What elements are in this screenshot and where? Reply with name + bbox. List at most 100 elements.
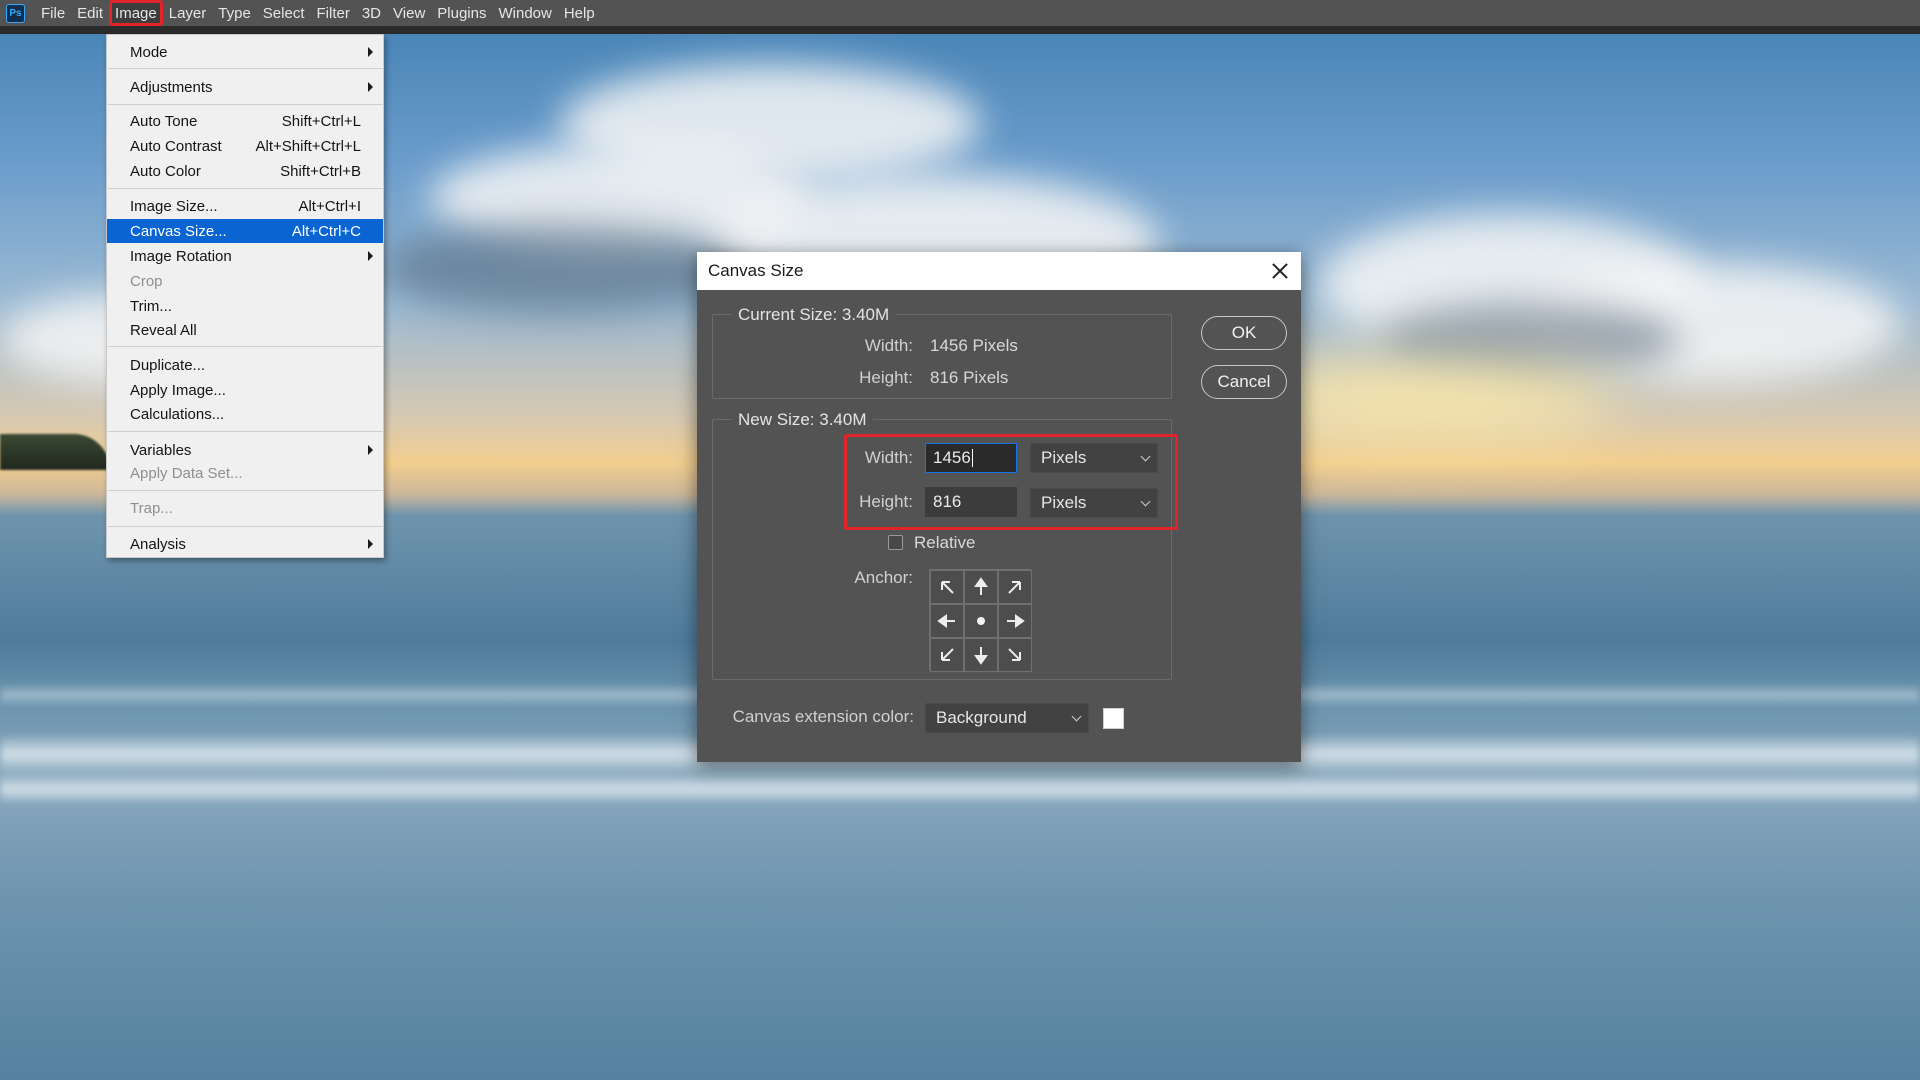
dialog-title: Canvas Size — [708, 261, 804, 280]
menu-item-mode[interactable]: Mode — [107, 40, 383, 64]
menu-file[interactable]: File — [35, 0, 71, 26]
ok-button[interactable]: OK — [1201, 316, 1287, 350]
arrow-down-right-icon — [1008, 648, 1021, 661]
color-swatch[interactable] — [1103, 708, 1124, 729]
menu-item-canvas-size[interactable]: Canvas Size... Alt+Ctrl+C — [107, 219, 383, 243]
menu-item-shortcut: Shift+Ctrl+L — [281, 112, 361, 130]
chevron-down-icon — [1140, 451, 1151, 462]
menu-separator — [108, 346, 384, 347]
menu-item-apply-image[interactable]: Apply Image... — [107, 378, 383, 402]
height-input[interactable]: 816 — [925, 487, 1017, 517]
arrow-up-icon — [974, 577, 988, 595]
menu-item-label: Mode — [130, 43, 168, 61]
menu-item-shortcut: Alt+Ctrl+C — [291, 222, 361, 240]
menu-item-shortcut: Shift+Ctrl+B — [280, 162, 361, 180]
height-unit-select[interactable]: Pixels — [1030, 488, 1158, 518]
cancel-button[interactable]: Cancel — [1201, 365, 1287, 399]
menu-item-auto-color[interactable]: Auto Color Shift+Ctrl+B — [107, 159, 383, 183]
menu-item-label: Auto Contrast — [130, 137, 222, 155]
menu-item-reveal-all[interactable]: Reveal All — [107, 318, 383, 342]
menu-item-auto-tone[interactable]: Auto Tone Shift+Ctrl+L — [107, 109, 383, 133]
menu-item-label: Adjustments — [130, 78, 213, 96]
anchor-top[interactable] — [964, 570, 998, 604]
menu-view[interactable]: View — [387, 0, 431, 26]
menu-item-shortcut: Alt+Ctrl+I — [298, 197, 361, 215]
menu-item-label: Auto Color — [130, 162, 201, 180]
arrow-up-right-icon — [1008, 581, 1021, 594]
menu-item-calculations[interactable]: Calculations... — [107, 402, 383, 426]
chevron-down-icon — [1071, 711, 1082, 722]
arrow-left-icon — [937, 614, 955, 628]
anchor-bottom-right[interactable] — [998, 638, 1032, 672]
dialog-title-bar: Canvas Size — [697, 252, 1301, 290]
current-size-legend: Current Size: 3.40M — [732, 305, 896, 325]
menu-item-label: Image Rotation — [130, 247, 232, 265]
menu-item-crop[interactable]: Crop — [107, 269, 383, 293]
menu-edit[interactable]: Edit — [71, 0, 109, 26]
menu-item-variables[interactable]: Variables — [107, 438, 383, 462]
submenu-arrow-icon — [368, 445, 373, 455]
submenu-arrow-icon — [368, 539, 373, 549]
submenu-arrow-icon — [368, 47, 373, 57]
menu-item-trap[interactable]: Trap... — [107, 496, 383, 520]
height-input-value: 816 — [933, 492, 962, 511]
anchor-bottom-left[interactable] — [930, 638, 964, 672]
menu-separator — [108, 526, 384, 527]
photoshop-logo-icon: Ps — [6, 3, 25, 23]
menu-plugins[interactable]: Plugins — [431, 0, 492, 26]
menu-3d[interactable]: 3D — [356, 0, 387, 26]
submenu-arrow-icon — [368, 251, 373, 261]
current-width-value: 1456 Pixels — [930, 336, 1018, 355]
menu-item-image-size[interactable]: Image Size... Alt+Ctrl+I — [107, 194, 383, 218]
menu-image[interactable]: Image — [109, 0, 163, 26]
menu-item-label: Crop — [130, 272, 163, 290]
menu-item-label: Auto Tone — [130, 112, 198, 130]
extension-color-label: Canvas extension color: — [732, 707, 914, 726]
menu-item-duplicate[interactable]: Duplicate... — [107, 353, 383, 377]
canvas-size-dialog: Canvas Size Current Size: 3.40M Width: 1… — [697, 252, 1301, 762]
menu-item-label: Apply Data Set... — [130, 464, 243, 482]
menu-item-label: Duplicate... — [130, 356, 206, 374]
menu-layer[interactable]: Layer — [163, 0, 213, 26]
new-height-label: Height: — [859, 492, 913, 511]
menu-item-label: Analysis — [130, 535, 186, 553]
close-icon[interactable] — [1269, 260, 1291, 282]
menu-help[interactable]: Help — [558, 0, 601, 26]
text-caret — [971, 449, 973, 467]
anchor-top-left[interactable] — [930, 570, 964, 604]
menu-item-image-rotation[interactable]: Image Rotation — [107, 244, 383, 268]
menu-item-auto-contrast[interactable]: Auto Contrast Alt+Shift+Ctrl+L — [107, 134, 383, 158]
menu-separator — [108, 490, 384, 491]
anchor-center[interactable] — [964, 604, 998, 638]
anchor-left[interactable] — [930, 604, 964, 638]
chevron-down-icon — [1140, 496, 1151, 507]
submenu-arrow-icon — [368, 82, 373, 92]
anchor-right[interactable] — [998, 604, 1032, 638]
menu-item-label: Trim... — [130, 297, 172, 315]
anchor-bottom[interactable] — [964, 638, 998, 672]
menu-item-apply-data-set[interactable]: Apply Data Set... — [107, 461, 383, 485]
current-height-value: 816 Pixels — [930, 368, 1009, 387]
menu-bar: Ps File Edit Image Layer Type Select Fil… — [0, 0, 1920, 26]
menu-select[interactable]: Select — [257, 0, 311, 26]
menu-item-trim[interactable]: Trim... — [107, 294, 383, 318]
anchor-top-right[interactable] — [998, 570, 1032, 604]
menu-item-label: Apply Image... — [130, 381, 226, 399]
extension-color-value: Background — [936, 708, 1027, 727]
menu-type[interactable]: Type — [212, 0, 257, 26]
width-unit-select[interactable]: Pixels — [1030, 443, 1158, 473]
width-input[interactable]: 1456 — [925, 443, 1017, 473]
image-menu-dropdown: Mode Adjustments Auto Tone Shift+Ctrl+L … — [106, 34, 384, 558]
relative-checkbox[interactable] — [888, 535, 903, 550]
menu-item-label: Image Size... — [130, 197, 218, 215]
menu-window[interactable]: Window — [492, 0, 557, 26]
menu-item-label: Reveal All — [130, 321, 197, 339]
arrow-down-icon — [974, 647, 988, 665]
menu-item-shortcut: Alt+Shift+Ctrl+L — [255, 137, 361, 155]
menu-item-label: Canvas Size... — [130, 222, 227, 240]
extension-color-select[interactable]: Background — [925, 703, 1089, 733]
current-width-label: Width: — [864, 336, 913, 355]
menu-item-adjustments[interactable]: Adjustments — [107, 75, 383, 99]
menu-filter[interactable]: Filter — [311, 0, 356, 26]
menu-item-analysis[interactable]: Analysis — [107, 532, 383, 556]
